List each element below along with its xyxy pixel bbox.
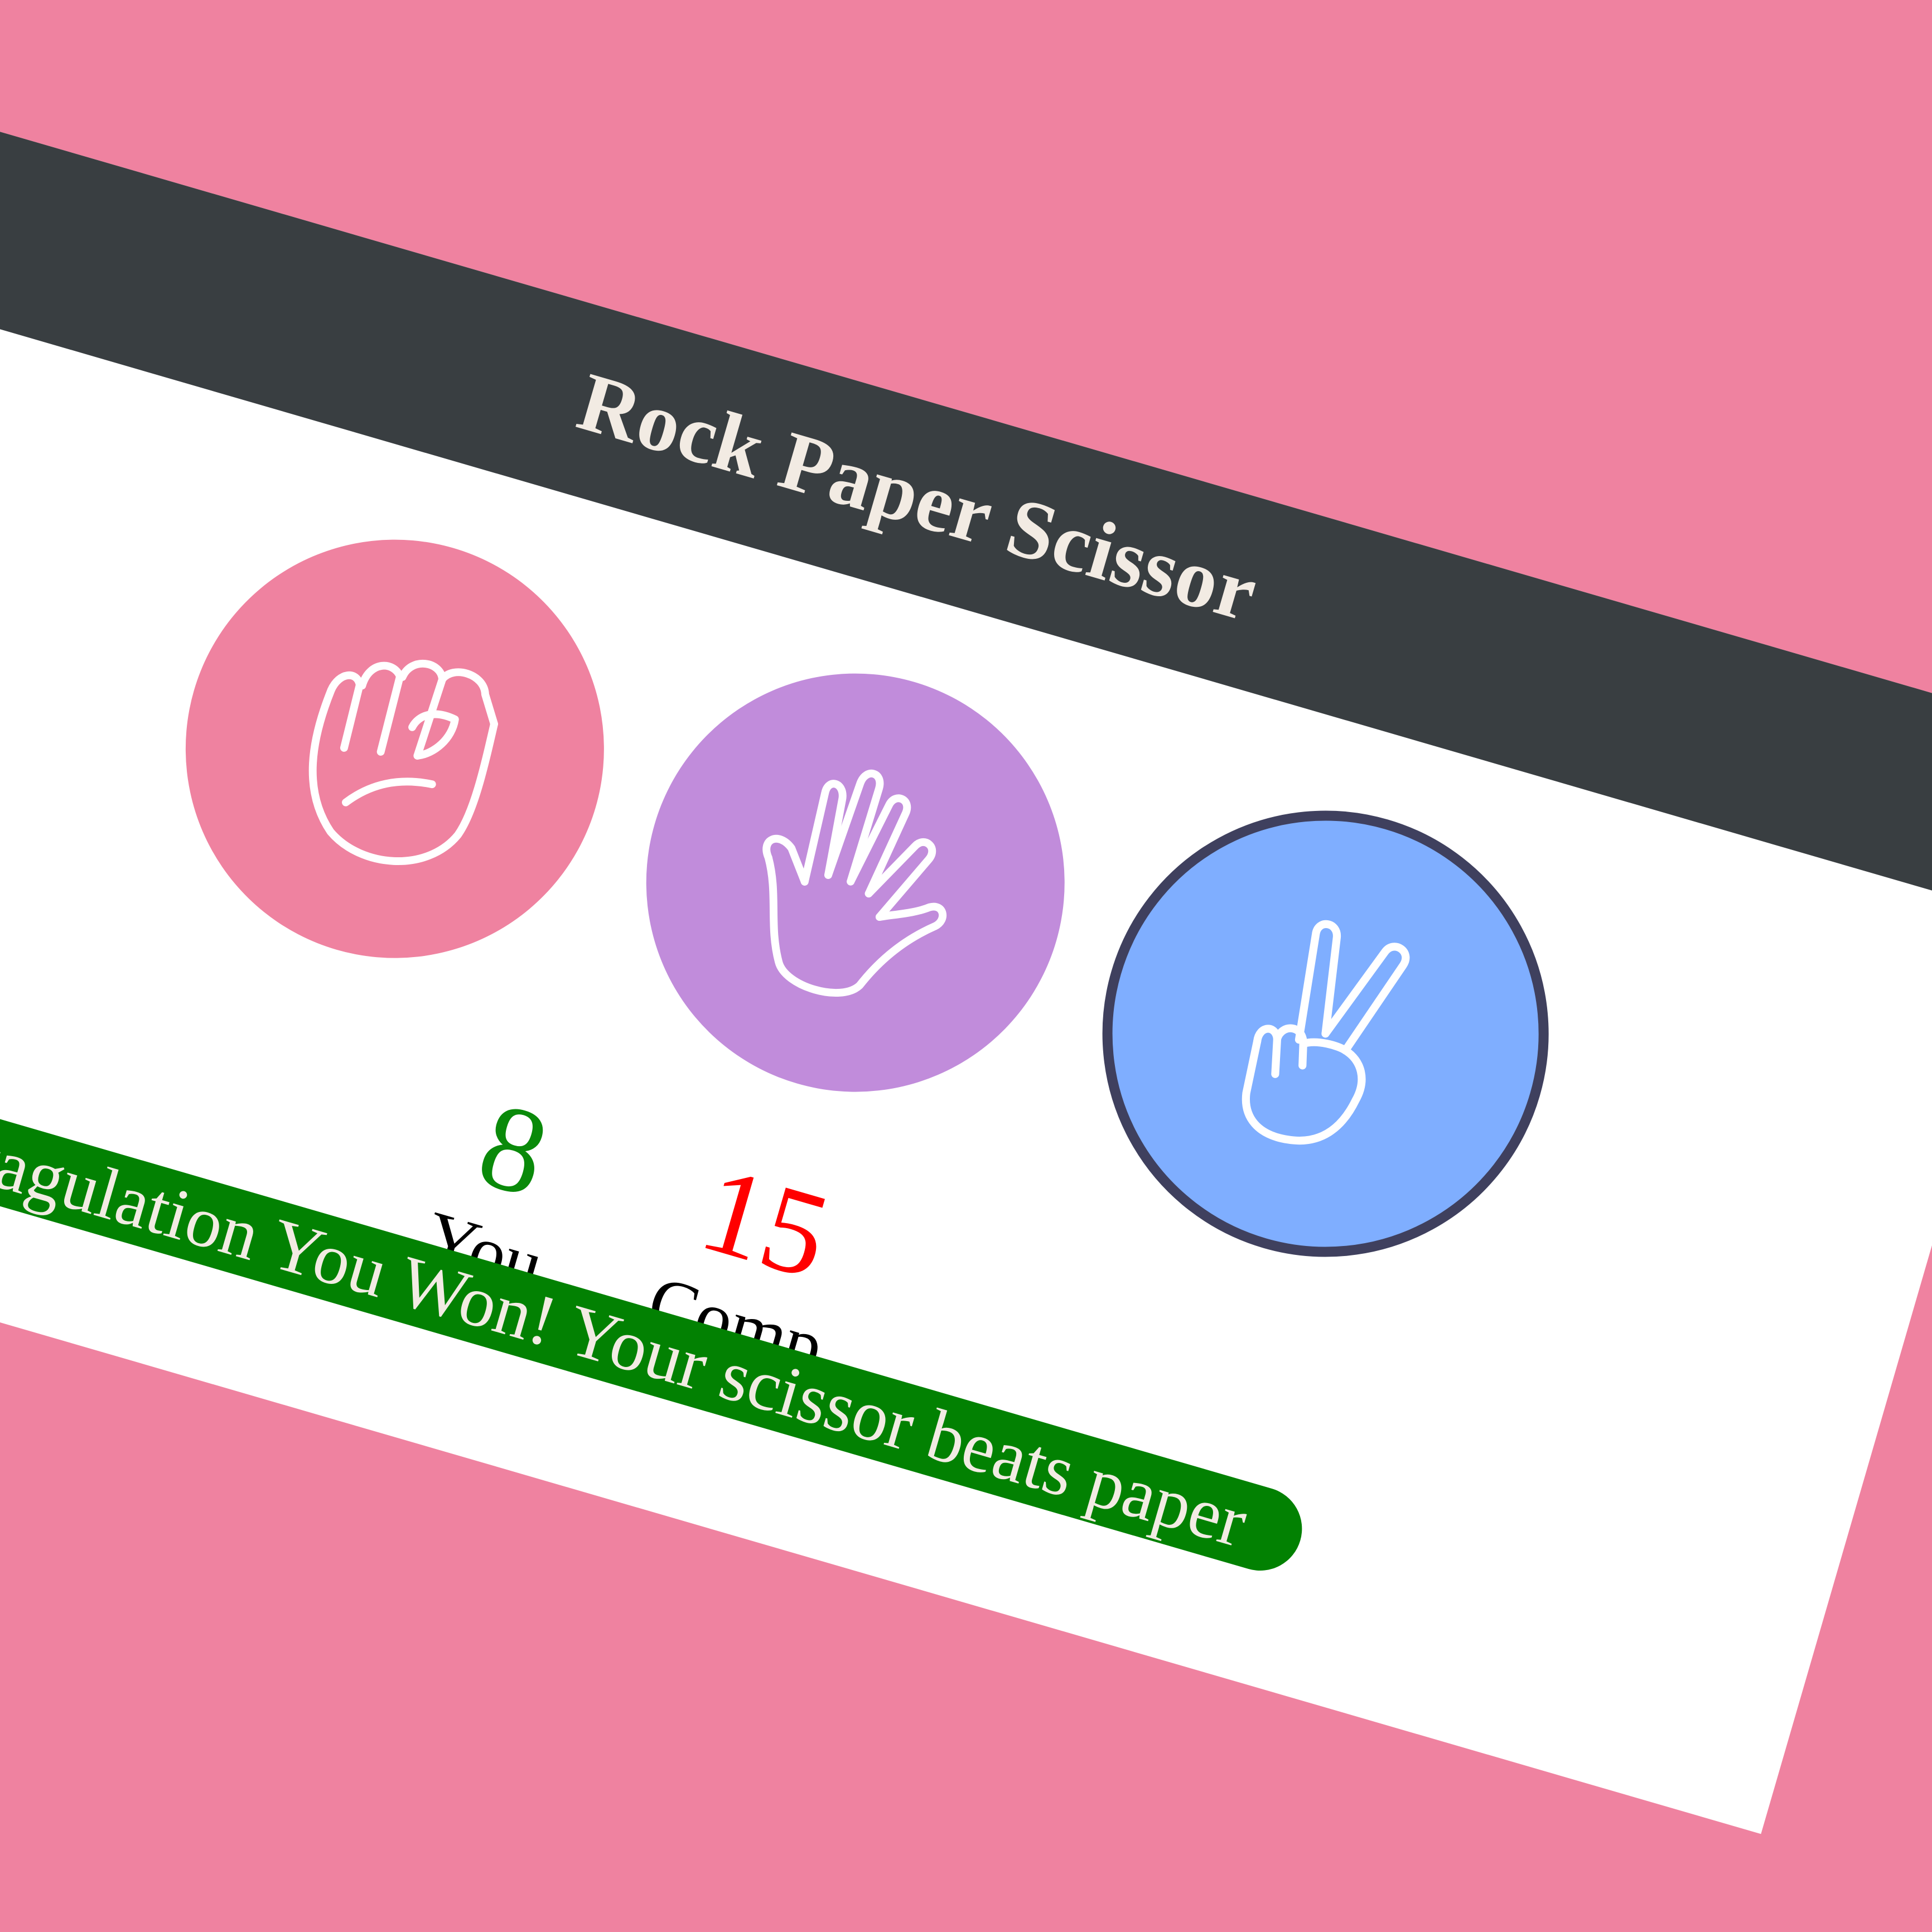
game-page: Rock Paper Scissor 8 You 15 Comp Congrag… [0,67,1932,1834]
viewport: Rock Paper Scissor 8 You 15 Comp Congrag… [0,0,1932,1932]
open-hand-icon [762,769,946,997]
result-message: Congragulation You Won! Your scissor bea… [0,1055,1312,1581]
victory-hand-icon [1242,920,1410,1145]
paper-choice-button[interactable] [596,623,1115,1142]
fist-icon [308,659,498,865]
rock-choice-button[interactable] [136,489,654,1008]
scissor-choice-button[interactable] [1049,757,1602,1311]
